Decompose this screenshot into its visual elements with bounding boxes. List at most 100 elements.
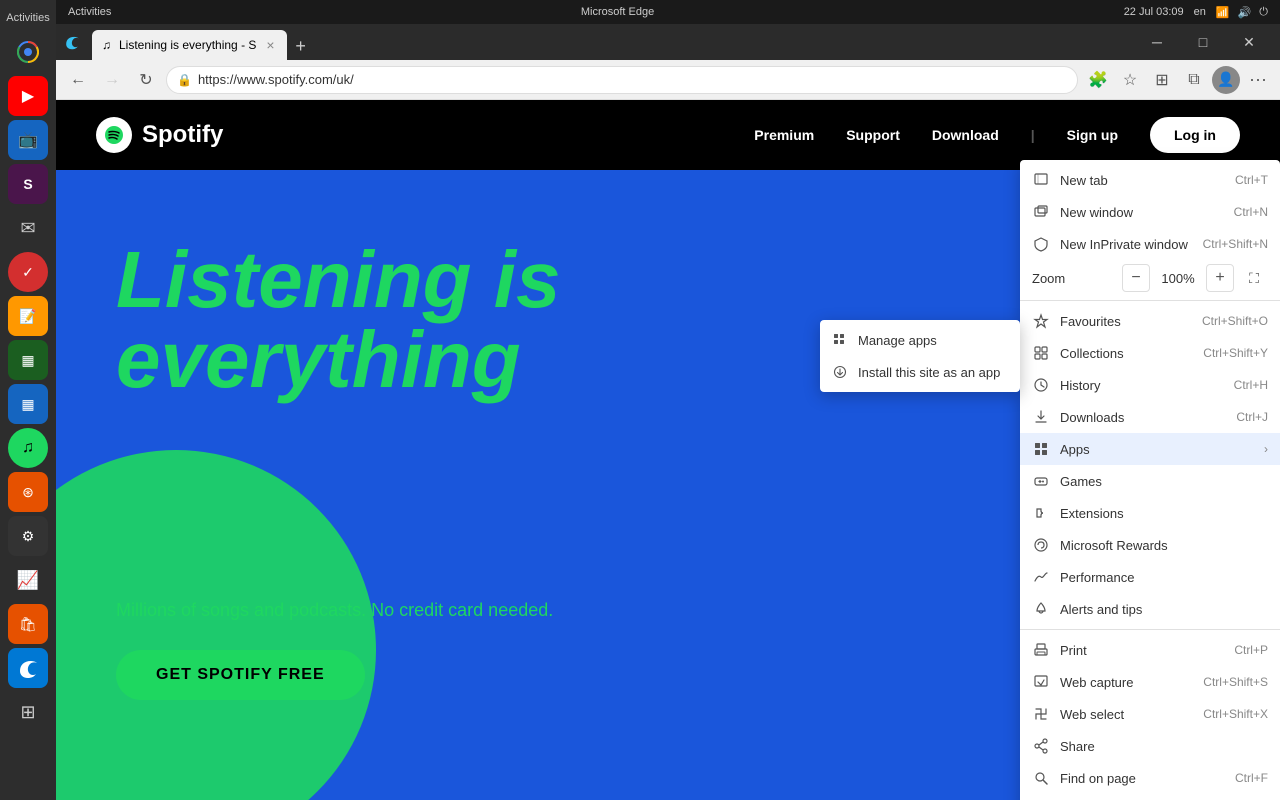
menu-new-tab[interactable]: New tab Ctrl+T xyxy=(1020,164,1280,196)
menu-find-shortcut: Ctrl+F xyxy=(1235,771,1268,785)
menu-print[interactable]: Print Ctrl+P xyxy=(1020,634,1280,666)
taskbar-budgie[interactable]: ✓ xyxy=(8,252,48,292)
spotify-logo-circle xyxy=(96,117,132,153)
taskbar-spreadsheet1[interactable]: ▦ xyxy=(8,340,48,380)
rewards-icon xyxy=(1032,536,1050,554)
menu-favourites-shortcut: Ctrl+Shift+O xyxy=(1202,314,1268,328)
close-button[interactable]: ✕ xyxy=(1226,24,1272,60)
get-spotify-free-button[interactable]: GET SPOTIFY FREE xyxy=(116,650,365,700)
extensions-menu-icon xyxy=(1032,504,1050,522)
taskbar-spotify[interactable]: ♫ xyxy=(8,428,48,468)
taskbar-grid[interactable]: ⊞ xyxy=(8,692,48,732)
split-screen-icon[interactable]: ⧉ xyxy=(1180,66,1208,94)
hero-subtext: Millions of songs and podcasts. No credi… xyxy=(116,600,553,621)
web-capture-icon xyxy=(1032,673,1050,691)
taskbar-youtube[interactable]: ▶ xyxy=(8,76,48,116)
nav-premium[interactable]: Premium xyxy=(754,127,814,143)
games-icon xyxy=(1032,472,1050,490)
browser-tab-active[interactable]: ♫ Listening is everything - S × xyxy=(92,30,287,60)
menu-games-label: Games xyxy=(1060,474,1268,489)
web-select-icon xyxy=(1032,705,1050,723)
taskbar-edge[interactable] xyxy=(8,648,48,688)
more-button[interactable]: ··· xyxy=(1244,66,1272,94)
maximize-button[interactable]: □ xyxy=(1180,24,1226,60)
menu-performance[interactable]: Performance xyxy=(1020,561,1280,593)
menu-new-window-label: New window xyxy=(1060,205,1224,220)
nav-login[interactable]: Log in xyxy=(1150,117,1240,153)
menu-new-tab-shortcut: Ctrl+T xyxy=(1235,173,1268,187)
apps-icon xyxy=(1032,440,1050,458)
url-box[interactable]: 🔒 https://www.spotify.com/uk/ xyxy=(166,66,1078,94)
menu-collections[interactable]: Collections Ctrl+Shift+Y xyxy=(1020,337,1280,369)
url-text: https://www.spotify.com/uk/ xyxy=(198,72,1067,87)
taskbar-software[interactable]: 🛍 xyxy=(8,604,48,644)
menu-web-select[interactable]: Web select Ctrl+Shift+X xyxy=(1020,698,1280,730)
menu-web-capture-shortcut: Ctrl+Shift+S xyxy=(1203,675,1268,689)
nav-download[interactable]: Download xyxy=(932,127,999,143)
address-bar: ← → ↻ 🔒 https://www.spotify.com/uk/ 🧩 ☆ … xyxy=(56,60,1280,100)
menu-alerts[interactable]: Alerts and tips xyxy=(1020,593,1280,625)
zoom-value: 100% xyxy=(1156,271,1200,286)
extensions-icon[interactable]: 🧩 xyxy=(1084,66,1112,94)
refresh-button[interactable]: ↻ xyxy=(132,66,160,94)
spotify-nav: Premium Support Download | Sign up Log i… xyxy=(754,117,1240,153)
sound-icon: 🔊 xyxy=(1238,6,1252,19)
menu-find-on-page[interactable]: Find on page Ctrl+F xyxy=(1020,762,1280,794)
menu-apps[interactable]: Apps › xyxy=(1020,433,1280,465)
menu-history-shortcut: Ctrl+H xyxy=(1234,378,1268,392)
menu-alerts-label: Alerts and tips xyxy=(1060,602,1268,617)
topbar-center: Microsoft Edge xyxy=(581,6,654,18)
taskbar-activities[interactable]: Activities xyxy=(8,8,48,28)
taskbar-slack[interactable]: S xyxy=(8,164,48,204)
hero-line1: Listening is xyxy=(116,240,561,320)
zoom-fullscreen-button[interactable]: ⛶ xyxy=(1240,264,1268,292)
collections-menu-icon xyxy=(1032,344,1050,362)
menu-divider-2 xyxy=(1020,629,1280,630)
menu-collections-shortcut: Ctrl+Shift+Y xyxy=(1203,346,1268,360)
tab-close-btn[interactable]: × xyxy=(264,35,276,55)
nav-support[interactable]: Support xyxy=(846,127,900,143)
taskbar-notes[interactable]: 📝 xyxy=(8,296,48,336)
manage-apps-icon xyxy=(832,332,848,348)
nav-signup[interactable]: Sign up xyxy=(1067,127,1118,143)
zoom-out-button[interactable]: − xyxy=(1122,264,1150,292)
apps-submenu-install[interactable]: Install this site as an app xyxy=(820,356,1020,388)
minimize-button[interactable]: ─ xyxy=(1134,24,1180,60)
zoom-in-button[interactable]: + xyxy=(1206,264,1234,292)
new-tab-button[interactable]: + xyxy=(287,32,315,60)
menu-extensions[interactable]: Extensions xyxy=(1020,497,1280,529)
taskbar-mail[interactable]: ✉ xyxy=(8,208,48,248)
menu-history[interactable]: History Ctrl+H xyxy=(1020,369,1280,401)
taskbar-tv[interactable]: 📺 xyxy=(8,120,48,160)
decorative-blob xyxy=(56,450,376,800)
menu-downloads-label: Downloads xyxy=(1060,410,1226,425)
taskbar-spreadsheet2[interactable]: ▦ xyxy=(8,384,48,424)
apps-arrow-icon: › xyxy=(1264,442,1268,456)
apps-submenu-manage[interactable]: Manage apps xyxy=(820,324,1020,356)
back-button[interactable]: ← xyxy=(64,66,92,94)
forward-button[interactable]: → xyxy=(98,66,126,94)
new-window-icon xyxy=(1032,203,1050,221)
menu-games[interactable]: Games xyxy=(1020,465,1280,497)
menu-web-capture[interactable]: Web capture Ctrl+Shift+S xyxy=(1020,666,1280,698)
activities-label[interactable]: Activities xyxy=(68,6,111,18)
menu-inprivate[interactable]: New InPrivate window Ctrl+Shift+N xyxy=(1020,228,1280,260)
history-icon xyxy=(1032,376,1050,394)
taskbar-chrome[interactable] xyxy=(8,32,48,72)
menu-more-tools[interactable]: More tools › xyxy=(1020,794,1280,800)
taskbar-monitor[interactable]: 📈 xyxy=(8,560,48,600)
menu-share[interactable]: Share xyxy=(1020,730,1280,762)
new-tab-icon xyxy=(1032,171,1050,189)
menu-rewards[interactable]: Microsoft Rewards xyxy=(1020,529,1280,561)
collections-icon[interactable]: ⊞ xyxy=(1148,66,1176,94)
favorites-icon[interactable]: ☆ xyxy=(1116,66,1144,94)
menu-favourites[interactable]: Favourites Ctrl+Shift+O xyxy=(1020,305,1280,337)
menu-downloads[interactable]: Downloads Ctrl+J xyxy=(1020,401,1280,433)
profile-button[interactable]: 👤 xyxy=(1212,66,1240,94)
taskbar-git[interactable]: ⚙ xyxy=(8,516,48,556)
menu-divider-1 xyxy=(1020,300,1280,301)
menu-new-window[interactable]: New window Ctrl+N xyxy=(1020,196,1280,228)
browser-window: ♫ Listening is everything - S × + ─ □ ✕ … xyxy=(56,24,1280,800)
taskbar-orange[interactable]: ⊛ xyxy=(8,472,48,512)
menu-apps-label: Apps xyxy=(1060,442,1250,457)
